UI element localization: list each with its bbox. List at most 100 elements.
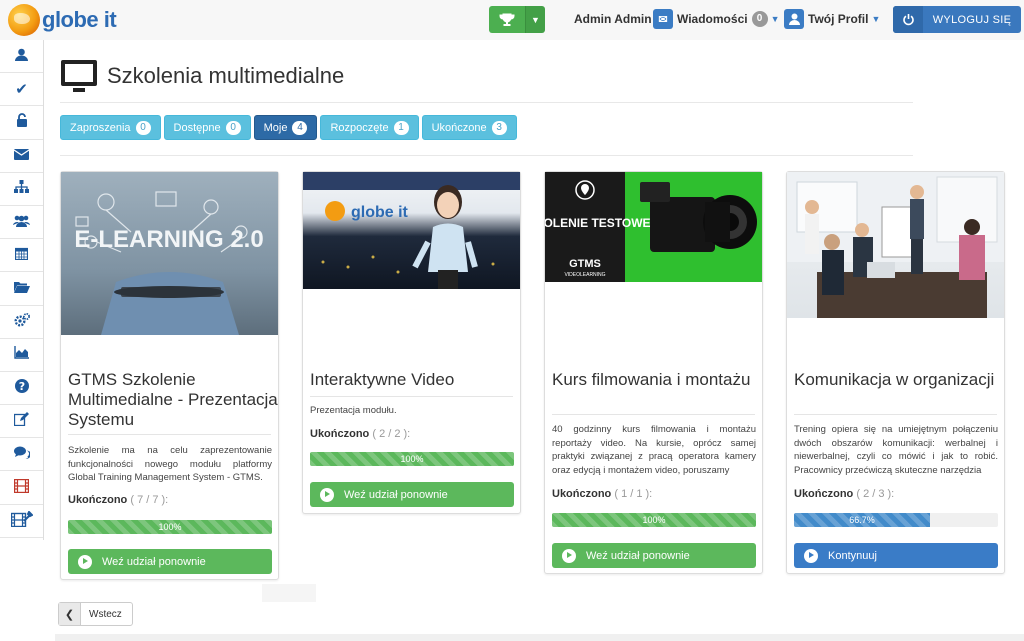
sidebar-item-multimedia-admin[interactable] [0, 505, 43, 538]
training-card: Komunikacja w organizacji Trening opiera… [786, 171, 1005, 574]
sidebar-item-calendar[interactable] [0, 239, 43, 273]
retake-button[interactable]: Weź udział ponownie [310, 482, 514, 507]
status-count: ( 7 / 7 ): [130, 494, 169, 506]
logo-text: globe it [42, 7, 117, 32]
globe-logo-icon [8, 4, 40, 36]
tab-count-badge: 4 [292, 120, 308, 135]
interactive-video-thumbnail[interactable]: globe it [303, 172, 520, 289]
gtms-caption: GTMS [569, 258, 601, 270]
videolearning-caption: VIDEOLEARNING [564, 272, 605, 278]
tab-label: Moje [263, 121, 288, 134]
tab-mine[interactable]: Moje 4 [253, 115, 318, 140]
play-icon [78, 554, 92, 569]
button-label: Weź udział ponownie [344, 488, 448, 501]
elearning-thumbnail[interactable]: E-LEARNING 2.0 [61, 172, 278, 335]
top-navbar: globe it ▼ Admin Admin ✉ Wiadomości 0 ▼ … [0, 0, 1024, 40]
tab-label: Zaproszenia [70, 121, 131, 134]
logout-button[interactable]: WYLOGUJ SIĘ [893, 6, 1021, 33]
tab-label: Dostępne [173, 121, 221, 134]
sidebar-item-groups[interactable] [0, 206, 43, 240]
retake-button[interactable]: Weź udział ponownie [552, 543, 756, 568]
completion-status: Ukończono ( 7 / 7 ): [68, 494, 168, 506]
profile-label: Twój Profil [808, 12, 869, 26]
sidebar-item-files[interactable] [0, 272, 43, 306]
sidebar-item-edit[interactable] [0, 405, 43, 439]
status-count: ( 2 / 3 ): [856, 488, 895, 500]
completion-status: Ukończono ( 1 / 1 ): [552, 488, 652, 500]
status-label: Ukończono [552, 488, 612, 500]
logout-label: WYLOGUJ SIĘ [932, 13, 1012, 26]
button-label: Weź udział ponownie [586, 549, 690, 562]
status-label: Ukończono [68, 494, 128, 506]
film-settings-icon [10, 510, 34, 531]
envelope-icon [13, 147, 30, 164]
tab-invitations[interactable]: Zaproszenia 0 [60, 115, 161, 140]
sidebar-item-profile[interactable] [0, 40, 43, 74]
edit-icon [13, 412, 29, 430]
retake-button[interactable]: Weź udział ponownie [68, 549, 272, 574]
achievements-dropdown[interactable]: ▼ [489, 6, 545, 33]
progress-fill: 100% [68, 520, 272, 534]
sidebar-item-multimedia[interactable] [0, 471, 43, 505]
unlock-icon [16, 113, 28, 131]
back-button[interactable]: ❮ Wstecz [58, 602, 133, 626]
status-count: ( 1 / 1 ): [614, 488, 653, 500]
user-icon [784, 9, 804, 29]
divider [60, 102, 913, 103]
status-count: ( 2 / 2 ): [372, 428, 411, 440]
sidebar-item-help[interactable]: ? [0, 372, 43, 406]
cogs-icon [13, 312, 30, 331]
area-chart-icon [14, 346, 29, 363]
progress-fill: 66.7% [794, 513, 931, 527]
trophy-icon[interactable] [489, 6, 525, 33]
background-panel [262, 584, 316, 602]
status-label: Ukończono [310, 428, 370, 440]
globe-it-logo[interactable]: globe it [8, 4, 117, 36]
card-description: Trening opiera się na umiejętnym połącze… [794, 424, 998, 476]
checkmark-icon: ✔ [15, 81, 28, 99]
completion-status: Ukończono ( 2 / 2 ): [310, 428, 410, 440]
card-description: 40 godzinny kurs filmowania i montażu re… [552, 424, 756, 476]
completion-status: Ukończono ( 2 / 3 ): [794, 488, 894, 500]
divider [60, 155, 913, 156]
messages-count-badge: 0 [751, 11, 768, 27]
play-icon [320, 487, 334, 502]
calendar-icon [14, 247, 29, 264]
sidebar-item-settings[interactable] [0, 306, 43, 339]
continue-button[interactable]: Kontynuuj [794, 543, 998, 568]
sidebar: ✔ ? [0, 40, 44, 540]
chevron-down-icon: ▼ [770, 14, 780, 24]
tab-count-badge: 0 [225, 120, 241, 135]
elearning-caption: E-LEARNING 2.0 [74, 226, 263, 253]
progress-bar: 100% [552, 513, 756, 527]
sidebar-item-reports[interactable] [0, 339, 43, 372]
progress-bar: 100% [310, 452, 514, 466]
tab-label: Rozpoczęte [330, 121, 389, 134]
sidebar-item-structure[interactable] [0, 173, 43, 206]
play-icon [562, 548, 576, 563]
tab-completed[interactable]: Ukończone 3 [421, 115, 517, 140]
communication-thumbnail[interactable] [787, 172, 1004, 318]
messages-menu[interactable]: ✉ Wiadomości 0 ▼ [653, 9, 780, 29]
sidebar-item-chat[interactable] [0, 438, 43, 472]
card-description: Szkolenie ma na celu zaprezentowanie fun… [68, 445, 272, 483]
page-title: Szkolenia multimedialne [107, 63, 345, 88]
progress-fill: 100% [310, 452, 514, 466]
sidebar-item-messages[interactable] [0, 140, 43, 173]
users-icon [13, 214, 30, 231]
tab-label: Ukończone [431, 121, 487, 134]
chevron-down-icon[interactable]: ▼ [525, 6, 545, 33]
admin-user-name: Admin Admin [574, 12, 652, 26]
divider [794, 414, 997, 415]
filming-course-thumbnail[interactable]: SZKOLENIE TESTOWE GTMS VIDEOLEARNING [545, 172, 762, 282]
chevron-down-icon: ▼ [871, 14, 881, 24]
sidebar-item-tasks[interactable]: ✔ [0, 73, 43, 107]
sidebar-item-access[interactable] [0, 106, 43, 140]
tab-started[interactable]: Rozpoczęte 1 [320, 115, 419, 140]
film-icon [13, 478, 30, 497]
button-label: Weź udział ponownie [102, 555, 206, 568]
profile-menu[interactable]: Twój Profil ▼ [784, 9, 880, 29]
divider [310, 396, 513, 397]
sitemap-icon [14, 180, 29, 197]
tab-available[interactable]: Dostępne 0 [163, 115, 251, 140]
